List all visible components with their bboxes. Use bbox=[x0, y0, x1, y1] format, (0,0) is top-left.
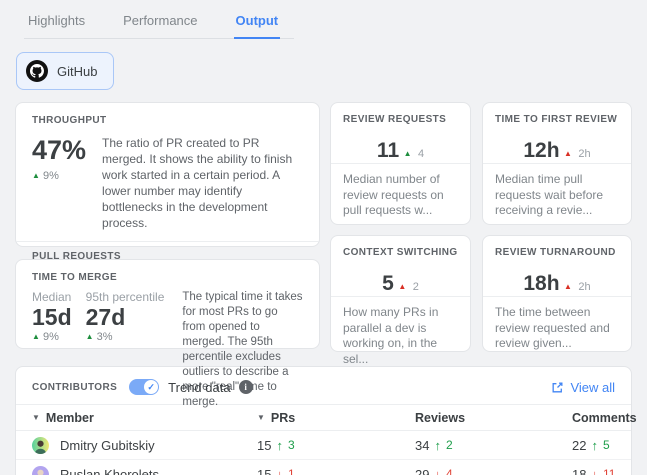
review-requests-card: REVIEW REQUESTS 11 ▲ 4 Median number of … bbox=[330, 102, 471, 225]
review-turnaround-card: REVIEW TURNAROUND 18h ▲ 2h The time betw… bbox=[482, 235, 632, 352]
context-switching-description: How many PRs in parallel a dev is workin… bbox=[331, 296, 470, 367]
review-requests-delta: 4 bbox=[418, 148, 424, 160]
avatar bbox=[32, 437, 49, 454]
trend-data-toggle[interactable]: ✓ bbox=[129, 379, 159, 395]
context-switching-value: 5 bbox=[382, 272, 394, 295]
trend-up-icon: ▲ bbox=[404, 149, 412, 158]
trend-up-icon: ▲ bbox=[564, 282, 572, 291]
trend-up-icon: ▲ bbox=[398, 282, 406, 291]
column-header-member[interactable]: ▼ Member bbox=[32, 411, 257, 425]
throughput-description: The ratio of PR created to PR merged. It… bbox=[102, 136, 303, 232]
trend-up-icon: ▲ bbox=[86, 332, 94, 341]
column-header-reviews[interactable]: Reviews bbox=[415, 411, 572, 425]
review-requests-value: 11 bbox=[377, 139, 399, 162]
time-to-first-review-description: Median time pull requests wait before re… bbox=[483, 163, 631, 219]
time-to-first-review-delta: 2h bbox=[578, 148, 590, 160]
review-requests-description: Median number of review requests on pull… bbox=[331, 163, 470, 219]
prs-cell: 15 ↓ 1 bbox=[257, 467, 415, 475]
comments-cell: 22 ↑ 5 bbox=[572, 438, 615, 453]
arrow-down-icon: ↓ bbox=[276, 467, 283, 475]
time-to-first-review-value: 12h bbox=[523, 139, 559, 162]
member-cell: Dmitry Gubitskiy bbox=[32, 437, 257, 454]
trend-up-icon: ▲ bbox=[32, 171, 40, 180]
member-name: Ruslan Khorolets bbox=[60, 467, 159, 475]
table-row[interactable]: Ruslan Khorolets 15 ↓ 1 29 ↓ 4 18 ↓ 11 bbox=[16, 460, 631, 475]
review-turnaround-delta: 2h bbox=[578, 281, 590, 293]
tab-performance[interactable]: Performance bbox=[121, 11, 199, 39]
avatar bbox=[32, 466, 49, 475]
contributors-card: CONTRIBUTORS ✓ Trend data i View all ▼ M… bbox=[15, 366, 632, 475]
throughput-card: THROUGHPUT 47% ▲ 9% The ratio of PR crea… bbox=[15, 102, 320, 247]
throughput-delta: ▲ 9% bbox=[32, 170, 86, 182]
throughput-value: 47% bbox=[32, 136, 86, 166]
time-to-first-review-title: TIME TO FIRST REVIEW bbox=[495, 114, 619, 125]
throughput-value-block: 47% ▲ 9% bbox=[32, 136, 86, 232]
column-header-prs[interactable]: ▼ PRs bbox=[257, 411, 415, 425]
tab-highlights[interactable]: Highlights bbox=[26, 11, 87, 39]
external-link-icon bbox=[551, 381, 564, 394]
reviews-cell: 34 ↑ 2 bbox=[415, 438, 572, 453]
context-switching-card: CONTEXT SWITCHING 5 ▲ 2 How many PRs in … bbox=[330, 235, 471, 352]
review-turnaround-value: 18h bbox=[523, 272, 559, 295]
context-switching-title: CONTEXT SWITCHING bbox=[343, 247, 458, 258]
review-requests-title: REVIEW REQUESTS bbox=[343, 114, 458, 125]
metrics-area: THROUGHPUT 47% ▲ 9% The ratio of PR crea… bbox=[0, 102, 647, 352]
arrow-up-icon: ↑ bbox=[276, 438, 283, 453]
tab-output[interactable]: Output bbox=[234, 11, 281, 39]
arrow-up-icon: ↑ bbox=[591, 438, 598, 453]
trend-up-icon: ▲ bbox=[32, 332, 40, 341]
sort-caret-icon: ▼ bbox=[257, 413, 265, 422]
member-cell: Ruslan Khorolets bbox=[32, 466, 257, 475]
comments-cell: 18 ↓ 11 bbox=[572, 467, 615, 475]
arrow-down-icon: ↓ bbox=[434, 467, 441, 475]
trend-data-label: Trend data bbox=[168, 380, 230, 395]
ttm-median-value: 15d bbox=[32, 304, 72, 330]
arrow-down-icon: ↓ bbox=[591, 467, 598, 475]
toggle-check-icon: ✓ bbox=[144, 380, 158, 394]
time-to-merge-card: TIME TO MERGE Median 15d ▲ 9% 95th perce… bbox=[15, 259, 320, 349]
ttm-p95-value: 27d bbox=[86, 304, 165, 330]
source-row: GitHub bbox=[16, 52, 647, 90]
info-icon[interactable]: i bbox=[239, 380, 253, 394]
trend-up-icon: ▲ bbox=[564, 149, 572, 158]
github-octocat-icon bbox=[26, 60, 48, 82]
context-switching-delta: 2 bbox=[413, 281, 419, 293]
review-turnaround-title: REVIEW TURNAROUND bbox=[495, 247, 619, 258]
table-row[interactable]: Dmitry Gubitskiy 15 ↑ 3 34 ↑ 2 22 ↑ 5 bbox=[16, 431, 631, 460]
column-header-comments[interactable]: Comments bbox=[572, 411, 637, 425]
github-source-label: GitHub bbox=[57, 64, 97, 79]
time-to-merge-title: TIME TO MERGE bbox=[32, 272, 303, 283]
view-all-link[interactable]: View all bbox=[551, 380, 615, 395]
time-to-first-review-card: TIME TO FIRST REVIEW 12h ▲ 2h Median tim… bbox=[482, 102, 632, 225]
github-source-button[interactable]: GitHub bbox=[16, 52, 114, 90]
reviews-cell: 29 ↓ 4 bbox=[415, 467, 572, 475]
sort-caret-icon: ▼ bbox=[32, 413, 40, 422]
prs-cell: 15 ↑ 3 bbox=[257, 438, 415, 453]
review-turnaround-description: The time between review requested and re… bbox=[483, 296, 631, 352]
tab-bar: Highlights Performance Output bbox=[0, 0, 647, 39]
throughput-title: THROUGHPUT bbox=[32, 115, 303, 126]
arrow-up-icon: ↑ bbox=[434, 438, 441, 453]
contributors-title: CONTRIBUTORS bbox=[32, 382, 117, 393]
member-name: Dmitry Gubitskiy bbox=[60, 438, 155, 453]
